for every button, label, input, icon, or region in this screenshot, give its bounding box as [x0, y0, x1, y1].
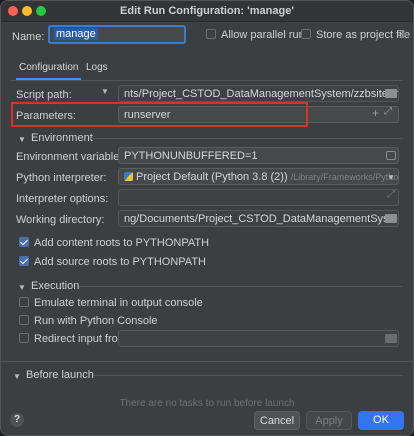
env-vars-label: Environment variables:	[16, 151, 128, 163]
interpreter-select[interactable]: Project Default (Python 3.8 (2)) /Librar…	[118, 168, 399, 185]
window-title: Edit Run Configuration: 'manage'	[120, 5, 294, 17]
script-path-value: nts/Project_CSTOD_DataManagementSystem/z…	[124, 88, 398, 100]
before-launch-collapse-icon[interactable]: ▼	[13, 372, 21, 381]
before-launch-divider	[93, 375, 403, 376]
add-content-roots-label: Add content roots to PYTHONPATH	[34, 237, 210, 249]
title-bar: Edit Run Configuration: 'manage'	[1, 1, 413, 22]
gear-icon[interactable]	[397, 29, 407, 39]
ok-button[interactable]: OK	[358, 411, 404, 430]
allow-parallel-run-checkbox[interactable]	[206, 29, 216, 39]
env-vars-field[interactable]: PYTHONUNBUFFERED=1	[118, 147, 399, 164]
folder-icon[interactable]	[385, 214, 397, 223]
execution-section-label: Execution	[31, 280, 80, 292]
chevron-down-icon[interactable]: ▼	[101, 87, 109, 96]
cancel-button[interactable]: Cancel	[254, 411, 300, 430]
execution-collapse-icon[interactable]: ▼	[18, 283, 26, 292]
redirect-input-label: Redirect input from:	[34, 333, 130, 345]
chevron-down-icon[interactable]: ▼	[387, 173, 395, 182]
redirect-input-checkbox[interactable]	[19, 333, 29, 343]
tabs-divider	[11, 80, 403, 81]
interpreter-label: Python interpreter:	[16, 172, 107, 184]
name-value: manage	[54, 28, 98, 40]
run-python-console-label: Run with Python Console	[34, 315, 158, 327]
script-path-label: Script path:	[16, 89, 72, 101]
working-dir-value: ng/Documents/Project_CSTOD_DataManagemen…	[124, 213, 398, 225]
add-content-roots-checkbox[interactable]	[19, 237, 29, 247]
edit-env-vars-icon[interactable]	[386, 151, 396, 160]
name-input[interactable]: manage	[48, 25, 186, 44]
environment-section-label: Environment	[31, 132, 93, 144]
before-launch-section-label: Before launch	[26, 369, 94, 381]
run-python-console-checkbox[interactable]	[19, 315, 29, 325]
folder-icon[interactable]	[385, 334, 397, 343]
parameters-highlight	[11, 102, 308, 127]
expand-icon[interactable]: ⤢	[384, 106, 392, 117]
working-dir-label: Working directory:	[16, 214, 105, 226]
store-as-project-file-checkbox[interactable]	[301, 29, 311, 39]
apply-button[interactable]: Apply	[306, 411, 352, 430]
tab-logs[interactable]: Logs	[86, 62, 108, 73]
execution-divider	[79, 286, 403, 287]
add-source-roots-checkbox[interactable]	[19, 256, 29, 266]
environment-collapse-icon[interactable]: ▼	[18, 135, 26, 144]
interpreter-value: Project Default (Python 3.8 (2))	[136, 171, 288, 183]
python-icon	[124, 172, 133, 181]
env-vars-value: PYTHONUNBUFFERED=1	[124, 150, 258, 162]
interpreter-options-label: Interpreter options:	[16, 193, 109, 205]
folder-icon[interactable]	[385, 89, 397, 98]
emulate-terminal-checkbox[interactable]	[19, 297, 29, 307]
add-source-roots-label: Add source roots to PYTHONPATH	[34, 256, 206, 268]
working-dir-field[interactable]: ng/Documents/Project_CSTOD_DataManagemen…	[118, 210, 399, 227]
run-configuration-dialog: Edit Run Configuration: 'manage' Name: m…	[0, 0, 414, 436]
environment-divider	[91, 138, 403, 139]
before-launch-top-divider	[1, 361, 413, 362]
name-label: Name:	[12, 31, 45, 43]
script-path-field[interactable]: nts/Project_CSTOD_DataManagementSystem/z…	[118, 85, 399, 102]
emulate-terminal-label: Emulate terminal in output console	[34, 297, 203, 309]
help-button[interactable]: ?	[10, 413, 24, 427]
interpreter-path: /Library/Frameworks/Python.framewor	[290, 172, 399, 182]
redirect-input-field[interactable]	[118, 330, 399, 347]
expand-icon[interactable]: ⤢	[387, 189, 395, 200]
interpreter-options-field[interactable]	[118, 189, 399, 206]
add-parameter-icon[interactable]: +	[372, 106, 379, 120]
allow-parallel-run-label: Allow parallel run	[221, 29, 305, 41]
tab-configuration[interactable]: Configuration	[15, 62, 82, 80]
